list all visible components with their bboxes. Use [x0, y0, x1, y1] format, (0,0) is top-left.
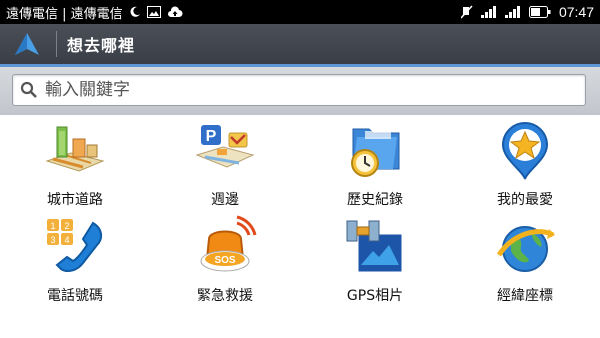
status-bar: 遠傳電信 | 遠傳電信 07:47 [0, 0, 600, 24]
gps-satellite-photo-icon [343, 215, 407, 279]
moon-icon [129, 6, 141, 18]
tile-label: 電話號碼 [47, 288, 103, 304]
tile-label: 經緯座標 [497, 288, 553, 304]
navigation-arrow-icon[interactable] [12, 29, 42, 59]
svg-text:P: P [206, 128, 217, 145]
tile-history[interactable]: 歷史紀錄 [300, 115, 450, 211]
svg-text:4: 4 [64, 235, 69, 245]
clock-text: 07:47 [558, 4, 594, 20]
tile-nearby[interactable]: P 週邊 [150, 115, 300, 211]
tile-emergency[interactable]: SOS 緊急救援 [150, 211, 300, 307]
muted-icon [460, 5, 473, 19]
tile-label: 緊急救援 [197, 288, 253, 304]
tile-label: 歷史紀錄 [347, 192, 403, 208]
tile-phone[interactable]: 1 2 3 4 電話號碼 [0, 211, 150, 307]
svg-text:3: 3 [50, 235, 55, 245]
tile-coordinates[interactable]: 經緯座標 [450, 211, 600, 307]
status-bar-right: 07:47 [460, 4, 594, 20]
search-area [0, 67, 600, 115]
page-title: 想去哪裡 [67, 36, 136, 55]
tile-city-roads[interactable]: 城市道路 [0, 115, 150, 211]
history-folder-clock-icon [343, 119, 407, 183]
sos-siren-icon: SOS [193, 215, 257, 279]
tile-label: 週邊 [211, 192, 239, 208]
parking-nearby-icon: P [193, 119, 257, 183]
tile-favorites[interactable]: 我的最愛 [450, 115, 600, 211]
battery-icon [528, 6, 551, 18]
svg-text:1: 1 [50, 221, 55, 231]
svg-text:2: 2 [64, 221, 69, 231]
action-bar: 想去哪裡 [0, 24, 600, 64]
carrier-text: 遠傳電信 | 遠傳電信 [6, 6, 123, 22]
cloud-upload-icon [167, 6, 183, 18]
signal-icon-1 [480, 6, 497, 18]
phone-keypad-icon: 1 2 3 4 [43, 215, 107, 279]
search-input[interactable] [45, 80, 565, 100]
signal-icon-2 [504, 6, 521, 18]
favorite-star-pin-icon [493, 119, 557, 183]
search-box[interactable] [12, 74, 586, 106]
svg-text:SOS: SOS [214, 255, 235, 266]
search-icon [19, 80, 39, 100]
destination-grid: 城市道路 P 週邊 歷史紀錄 我的最愛 1 2 3 4 電話號碼 SOS 緊急救… [0, 115, 600, 325]
tile-label: GPS相片 [346, 288, 404, 304]
tile-label: 城市道路 [47, 192, 103, 208]
image-icon [146, 6, 161, 18]
header-divider [56, 31, 57, 57]
city-map-icon [43, 119, 107, 183]
tile-gps-photo[interactable]: GPS相片 [300, 211, 450, 307]
status-bar-left: 遠傳電信 | 遠傳電信 [6, 3, 183, 22]
tile-label: 我的最愛 [497, 192, 553, 208]
globe-coordinates-icon [493, 215, 557, 279]
